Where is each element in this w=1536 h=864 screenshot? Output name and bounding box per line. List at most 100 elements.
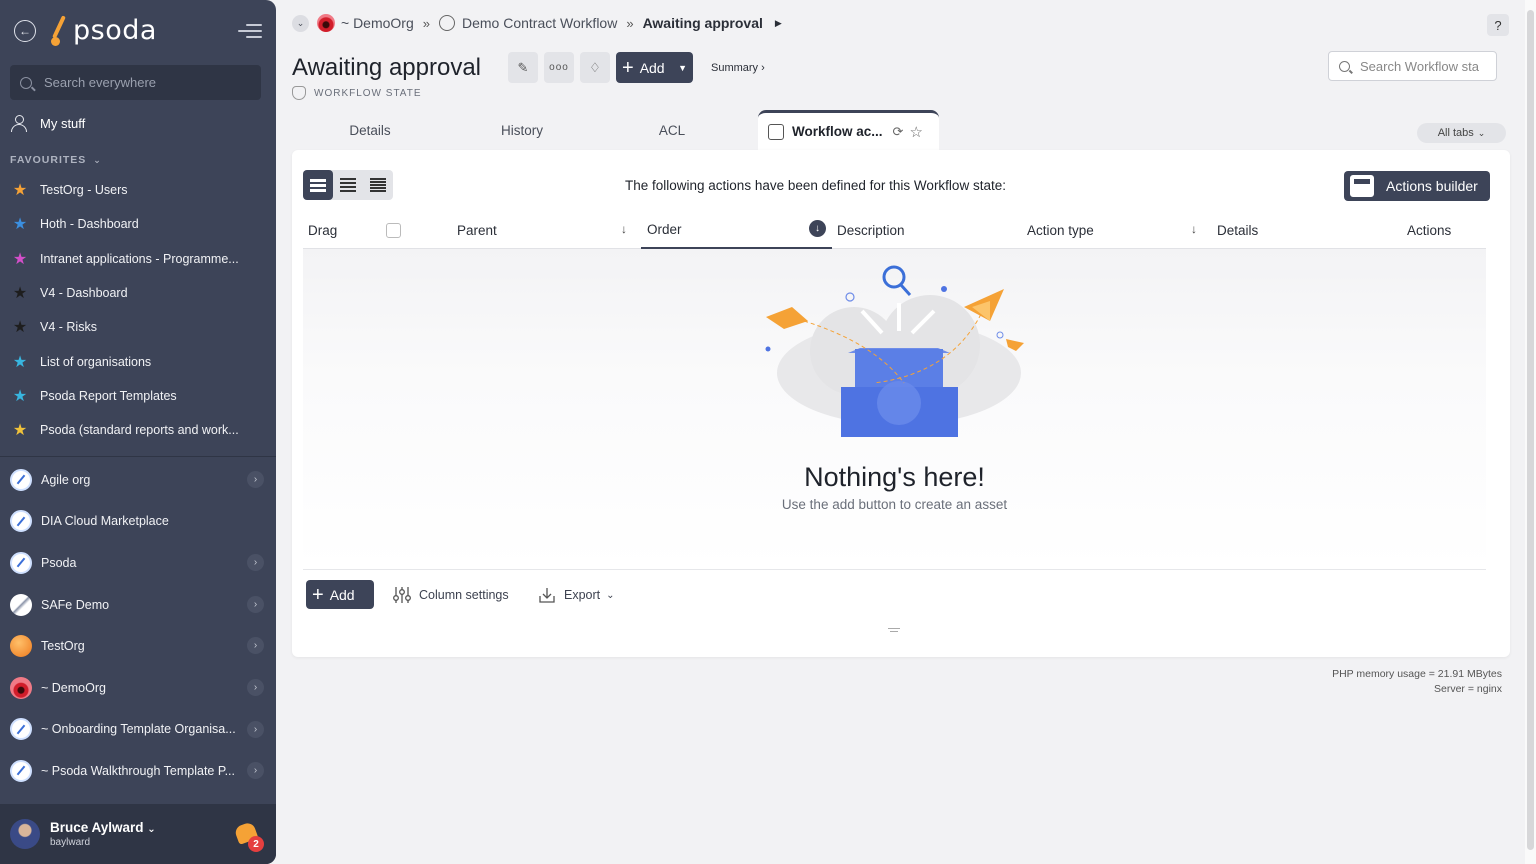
psoda-logo[interactable]: psoda — [50, 13, 157, 47]
plus-icon: + — [312, 583, 324, 606]
workflow-search-input[interactable] — [1360, 58, 1490, 74]
my-stuff-label: My stuff — [40, 115, 86, 131]
column-description[interactable]: Description — [837, 212, 905, 249]
export-label: Export — [564, 588, 601, 602]
view-dense-button[interactable] — [363, 170, 393, 200]
sort-arrow-icon[interactable]: ↓ — [1191, 222, 1197, 236]
page-scrollbar[interactable] — [1525, 0, 1536, 864]
org-label: ~ DemoOrg — [41, 680, 106, 695]
export-icon — [539, 588, 555, 603]
view-compact-button[interactable] — [333, 170, 363, 200]
help-button[interactable]: ? — [1487, 14, 1509, 36]
footer-add-button[interactable]: + Add — [306, 580, 374, 609]
chevron-right-icon[interactable]: › — [247, 471, 264, 488]
caret-right-icon[interactable]: ▶ — [775, 18, 782, 29]
back-arrow-icon[interactable]: ← — [14, 20, 36, 42]
chevron-down-icon[interactable]: ⌄ — [292, 14, 309, 32]
chevron-down-icon: ⌄ — [1477, 127, 1486, 138]
checkbox[interactable] — [386, 223, 401, 238]
sort-active-icon[interactable]: ↓ — [809, 220, 826, 237]
more-button[interactable]: ooo — [544, 52, 574, 83]
compass-icon — [10, 551, 32, 574]
favourite-item[interactable]: ★ Intranet applications - Programme... — [10, 242, 266, 276]
summary-link[interactable]: Summary › — [711, 62, 765, 74]
my-stuff-link[interactable]: My stuff — [10, 114, 85, 132]
list-medium-icon — [340, 178, 356, 192]
chevron-down-icon: ⌄ — [606, 589, 615, 601]
sort-arrow-icon[interactable]: ↓ — [621, 222, 627, 236]
page-subtitle: WORKFLOW STATE — [292, 86, 422, 100]
sidebar: ← psoda Search everywhere My stuff FAVOU… — [0, 0, 276, 864]
breadcrumb-workflow[interactable]: Demo Contract Workflow — [462, 15, 617, 31]
search-icon — [20, 76, 32, 89]
workflow-state-icon — [292, 86, 306, 100]
export-button[interactable]: Export ⌄ — [538, 586, 615, 604]
column-order[interactable]: Order — [641, 212, 832, 249]
tab-history[interactable]: History — [444, 110, 600, 150]
org-item-walkthrough[interactable]: ~ Psoda Walkthrough Template P... › — [0, 750, 276, 792]
view-comfortable-button[interactable] — [303, 170, 333, 200]
breadcrumb-org[interactable]: ~ DemoOrg — [341, 15, 414, 31]
org-item-psoda[interactable]: Psoda › — [0, 542, 276, 584]
favourite-item[interactable]: ★ List of organisations — [10, 344, 266, 378]
chevron-right-icon[interactable]: › — [247, 762, 264, 780]
user-menu[interactable]: Bruce Aylward ⌄ baylward 2 — [0, 804, 276, 864]
chevron-down-icon: ⌄ — [147, 824, 156, 835]
org-label: Agile org — [41, 472, 91, 487]
favourite-item[interactable]: ★ V4 - Dashboard — [10, 276, 266, 310]
org-item-onboarding[interactable]: ~ Onboarding Template Organisa... › — [0, 709, 276, 751]
column-details[interactable]: Details — [1217, 212, 1258, 249]
org-item-dia-cloud[interactable]: DIA Cloud Marketplace — [0, 501, 276, 543]
view-density-toggle — [303, 170, 393, 200]
favourite-label: Psoda Report Templates — [40, 388, 177, 403]
empty-inbox-illustration — [765, 265, 1024, 437]
php-memory-usage: PHP memory usage = 21.91 MBytes — [1332, 668, 1502, 680]
plus-icon: + — [622, 56, 634, 79]
select-all-checkbox[interactable] — [386, 212, 401, 249]
favourite-label: Intranet applications - Programme... — [40, 251, 239, 266]
column-action-type[interactable]: Action type — [1027, 212, 1094, 249]
column-order-label: Order — [647, 222, 682, 237]
table-header: Drag Parent ↓ Order ↓ Description Action… — [303, 212, 1486, 249]
all-tabs-dropdown[interactable]: All tabs ⌄ — [1417, 123, 1506, 143]
favourite-item[interactable]: ★ TestOrg - Users — [10, 173, 266, 207]
star-icon: ★ — [12, 216, 28, 234]
global-search-input[interactable]: Search everywhere — [10, 65, 261, 100]
column-parent[interactable]: Parent — [457, 212, 497, 249]
tag-button[interactable]: ♢ — [580, 52, 610, 83]
user-name: Bruce Aylward — [50, 820, 144, 835]
favourite-item[interactable]: ★ V4 - Risks — [10, 310, 266, 344]
chevron-right-icon[interactable]: › — [247, 554, 264, 572]
favourite-item[interactable]: ★ Hoth - Dashboard — [10, 207, 266, 241]
add-button[interactable]: + Add ▼ — [616, 52, 693, 83]
sidebar-divider — [0, 456, 276, 457]
chevron-right-icon[interactable]: › — [247, 720, 264, 738]
main-content: ⌄ ~ DemoOrg » Demo Contract Workflow » A… — [276, 0, 1536, 864]
star-icon: ★ — [12, 387, 28, 405]
star-icon: ★ — [12, 250, 28, 268]
column-settings-button[interactable]: Column settings — [393, 586, 509, 604]
org-item-safe-demo[interactable]: SAFe Demo › — [0, 584, 276, 626]
tab-workflow-actions[interactable]: Workflow ac... ⟳ ☆ — [758, 110, 939, 150]
resize-grip-icon[interactable] — [888, 626, 900, 634]
chevron-right-icon[interactable]: › — [247, 637, 264, 655]
actions-builder-button[interactable]: Actions builder — [1344, 171, 1490, 201]
scrollbar-thumb[interactable] — [1527, 10, 1534, 850]
logo-text: psoda — [73, 14, 157, 46]
favourites-heading[interactable]: FAVOURITES ⌄ — [10, 154, 102, 166]
star-outline-icon[interactable]: ☆ — [909, 123, 922, 141]
chevron-right-icon[interactable]: › — [247, 678, 264, 696]
org-item-testorg[interactable]: TestOrg › — [0, 625, 276, 667]
star-icon: ★ — [12, 353, 28, 371]
favourite-item[interactable]: ★ Psoda Report Templates — [10, 379, 266, 413]
tab-acl[interactable]: ACL — [594, 110, 750, 150]
refresh-icon[interactable]: ⟳ — [893, 124, 904, 140]
org-item-agile-org[interactable]: Agile org › — [0, 459, 276, 501]
search-icon — [1339, 60, 1350, 72]
chevron-right-icon[interactable]: › — [247, 595, 264, 613]
favourite-item[interactable]: ★ Psoda (standard reports and work... — [10, 413, 266, 447]
org-item-demoorg[interactable]: ~ DemoOrg › — [0, 667, 276, 709]
tab-details[interactable]: Details — [292, 110, 448, 150]
edit-button[interactable]: ✎ — [508, 52, 538, 83]
collapse-sidebar-icon[interactable] — [238, 22, 262, 40]
